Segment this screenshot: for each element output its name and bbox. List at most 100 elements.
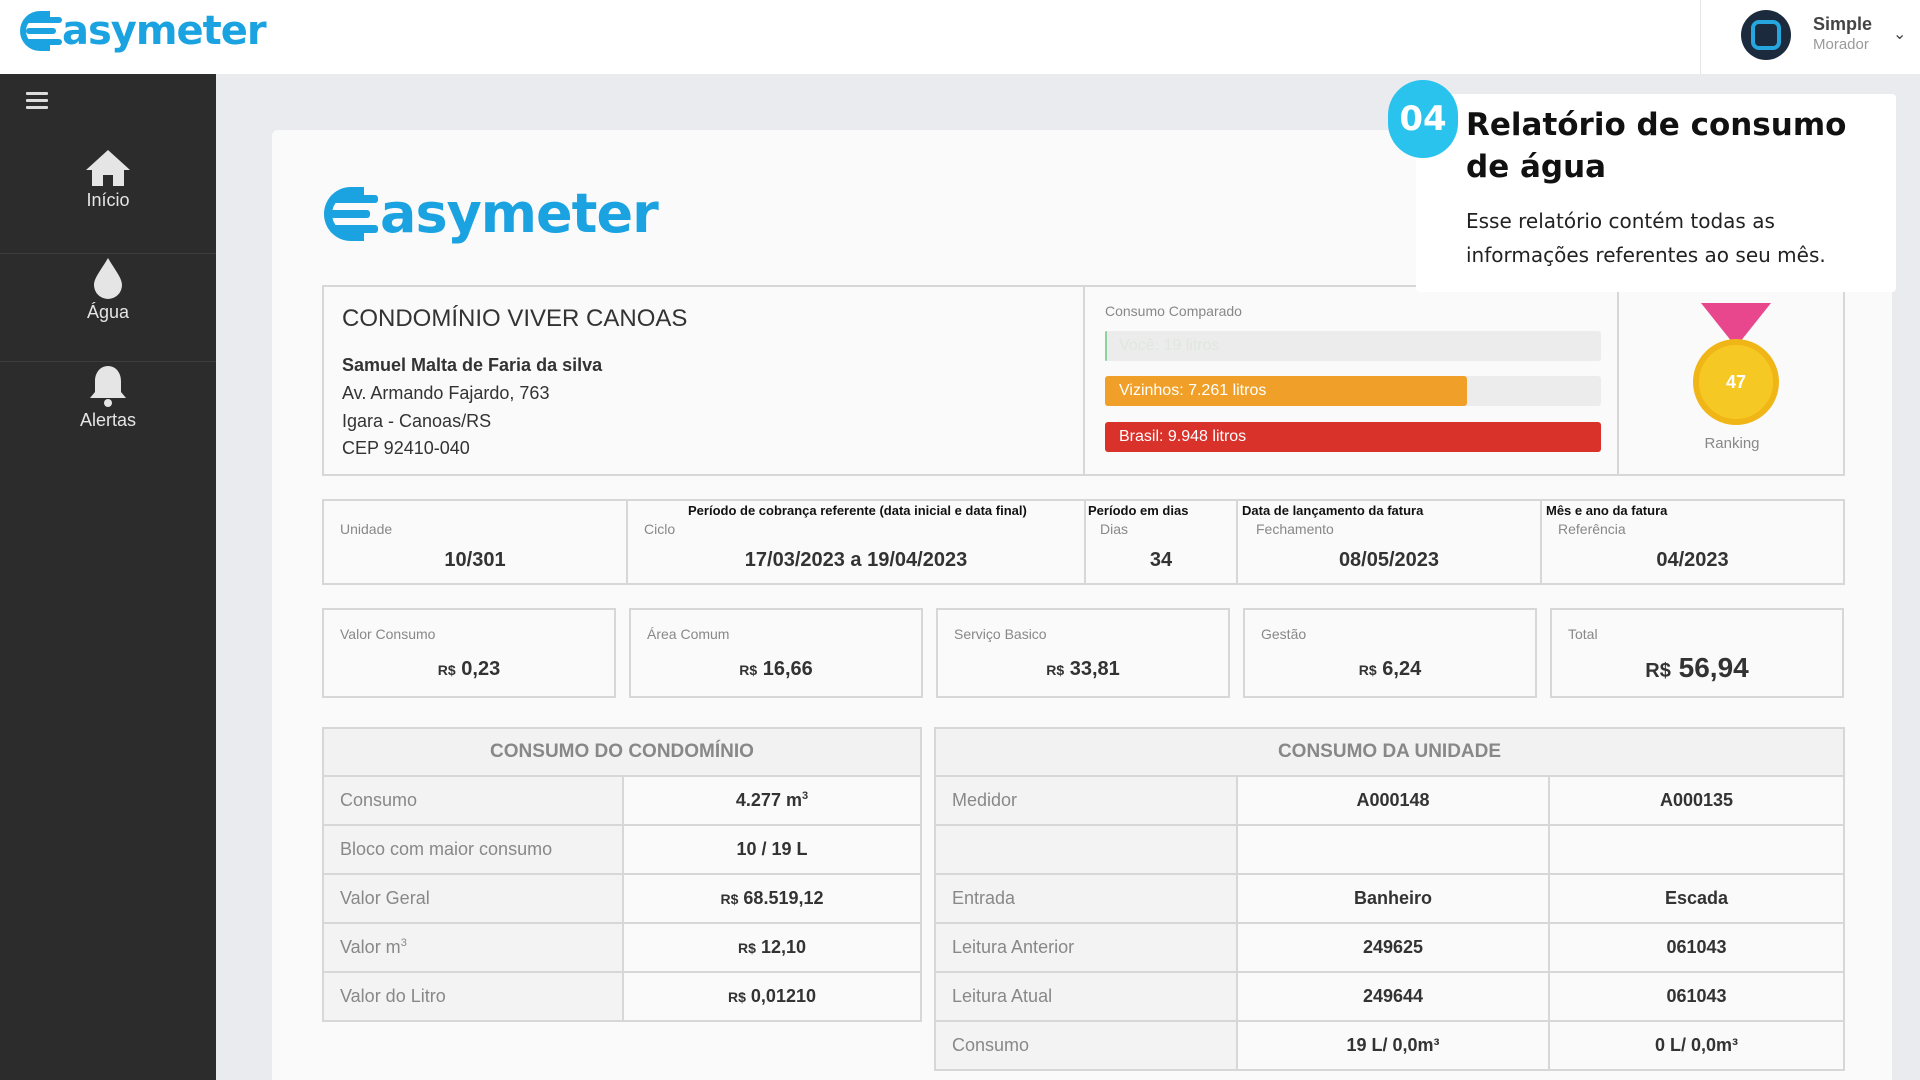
row-value: R$ 68.519,12 bbox=[622, 873, 922, 924]
user-name: Simple bbox=[1813, 14, 1873, 34]
cost-amount: 16,66 bbox=[762, 658, 813, 680]
row-key: Leitura Atual bbox=[934, 971, 1238, 1022]
row-key: Medidor bbox=[934, 775, 1238, 826]
table-row: Leitura Atual 249644 061043 bbox=[934, 971, 1845, 1022]
report-header: CONDOMÍNIO VIVER CANOAS Samuel Malta de … bbox=[322, 285, 1845, 476]
table-row: Valor m3 R$ 12,10 bbox=[322, 922, 922, 973]
row-value-a: Banheiro bbox=[1236, 873, 1550, 924]
currency-label: R$ bbox=[720, 891, 739, 907]
sidebar-item-inicio[interactable]: Início bbox=[0, 146, 216, 254]
row-key: Leitura Anterior bbox=[934, 922, 1238, 973]
period-label: Dias bbox=[1100, 521, 1129, 537]
row-value-b: A000135 bbox=[1548, 775, 1845, 826]
row-key: Entrada bbox=[934, 873, 1238, 924]
cost-label: Serviço Basico bbox=[954, 626, 1047, 642]
table-row: Medidor A000148 A000135 bbox=[934, 775, 1845, 826]
row-value-a: A000148 bbox=[1236, 775, 1550, 826]
row-value-b: Escada bbox=[1548, 873, 1845, 924]
table-row: Leitura Anterior 249625 061043 bbox=[934, 922, 1845, 973]
cost-amount: 33,81 bbox=[1069, 658, 1120, 680]
row-value-a: 249625 bbox=[1236, 922, 1550, 973]
comparison-bar-brasil: Brasil: 9.948 litros bbox=[1105, 422, 1601, 452]
period-value: 10/301 bbox=[444, 549, 506, 571]
sidebar: Início Água Alertas bbox=[0, 74, 216, 1080]
home-icon bbox=[86, 150, 130, 186]
logo-text: asymeter bbox=[380, 182, 659, 245]
row-value-b bbox=[1548, 824, 1845, 875]
resident-info: CONDOMÍNIO VIVER CANOAS Samuel Malta de … bbox=[324, 287, 1085, 474]
address-line: CEP 92410-040 bbox=[342, 438, 470, 458]
step-badge: 04 bbox=[1388, 80, 1458, 158]
row-value-text: 12,10 bbox=[760, 937, 806, 957]
period-value: 34 bbox=[1149, 549, 1173, 571]
address-line: Igara - Canoas/RS bbox=[342, 411, 492, 431]
row-key: Valor Geral bbox=[322, 873, 624, 924]
row-value-sup: 3 bbox=[801, 790, 809, 802]
report-logo: asymeter bbox=[324, 182, 659, 245]
ranking-panel: 47 Ranking bbox=[1621, 287, 1843, 474]
row-value: R$ 0,01210 bbox=[622, 971, 922, 1022]
top-bar: asymeter Simple Morador ⌄ bbox=[0, 0, 1920, 74]
cost-amount: 0,23 bbox=[461, 658, 501, 680]
row-value: 4.277 m3 bbox=[622, 775, 922, 826]
user-avatar[interactable] bbox=[1741, 10, 1791, 60]
comparison-bar-label: Você: 19 litros bbox=[1119, 337, 1220, 354]
table-title: CONSUMO DA UNIDADE bbox=[934, 727, 1845, 777]
period-cell-unidade: Unidade 10/301 bbox=[324, 501, 628, 583]
hamburger-icon[interactable] bbox=[26, 92, 48, 110]
row-value-b: 0 L/ 0,0m³ bbox=[1548, 1020, 1845, 1071]
period-label: Fechamento bbox=[1256, 521, 1334, 537]
row-value-a: 249644 bbox=[1236, 971, 1550, 1022]
cost-label: Área Comum bbox=[647, 626, 730, 642]
period-note: Data de lançamento da fatura bbox=[1242, 503, 1424, 518]
sidebar-item-agua[interactable]: Água bbox=[0, 254, 216, 362]
row-value-a: 19 L/ 0,0m³ bbox=[1236, 1020, 1550, 1071]
bell-icon bbox=[90, 366, 126, 407]
row-key: Consumo bbox=[322, 775, 624, 826]
tutorial-callout: Relatório de consumo de água Esse relató… bbox=[1416, 94, 1896, 292]
cost-valor-consumo: Valor Consumo R$ 0,23 bbox=[322, 608, 616, 698]
row-key-sup: 3 bbox=[400, 937, 407, 949]
address-line: Av. Armando Fajardo, 763 bbox=[342, 383, 550, 403]
row-key bbox=[934, 824, 1238, 875]
cost-amount: 6,24 bbox=[1382, 658, 1422, 680]
row-value: R$ 12,10 bbox=[622, 922, 922, 973]
row-value-text: 0,01210 bbox=[750, 986, 816, 1006]
ranking-label: Ranking bbox=[1704, 435, 1760, 452]
cost-servico-basico: Serviço Basico R$ 33,81 bbox=[936, 608, 1230, 698]
cost-gestao: Gestão R$ 6,24 bbox=[1243, 608, 1537, 698]
user-menu[interactable]: Simple Morador ⌄ bbox=[1700, 0, 1920, 74]
row-key-text: Valor m bbox=[340, 937, 401, 957]
comparison-bar-label: Vizinhos: 7.261 litros bbox=[1119, 382, 1267, 399]
period-note: Mês e ano da fatura bbox=[1546, 503, 1668, 518]
currency-label: R$ bbox=[1358, 662, 1377, 678]
currency-label: R$ bbox=[728, 989, 746, 1005]
cost-value: R$ 16,66 bbox=[631, 658, 921, 681]
period-value: 08/05/2023 bbox=[1338, 549, 1440, 571]
table-row: Valor Geral R$ 68.519,12 bbox=[322, 873, 922, 924]
user-role: Morador bbox=[1813, 36, 1869, 53]
row-key: Consumo bbox=[934, 1020, 1238, 1071]
period-cell-fechamento: Data de lançamento da fatura Fechamento … bbox=[1238, 501, 1542, 583]
row-value-b: 061043 bbox=[1548, 971, 1845, 1022]
period-value: 17/03/2023 a 19/04/2023 bbox=[744, 549, 968, 571]
sidebar-item-alertas[interactable]: Alertas bbox=[0, 362, 216, 470]
currency-label: R$ bbox=[738, 940, 756, 956]
comparison-bar-neighbors: Vizinhos: 7.261 litros bbox=[1105, 376, 1601, 406]
table-title: CONSUMO DO CONDOMÍNIO bbox=[322, 727, 922, 777]
table-row bbox=[934, 824, 1845, 875]
sidebar-item-label: Alertas bbox=[79, 410, 137, 430]
logo-text: asymeter bbox=[62, 8, 267, 54]
app-logo[interactable]: asymeter bbox=[20, 8, 267, 54]
cost-total: Total R$ 56,94 bbox=[1550, 608, 1844, 698]
medal-icon: 47 bbox=[1691, 303, 1781, 425]
condo-consumption-table: CONSUMO DO CONDOMÍNIO Consumo 4.277 m3 B… bbox=[322, 727, 922, 1022]
chevron-down-icon[interactable]: ⌄ bbox=[1893, 24, 1906, 44]
consumption-comparison: Consumo Comparado Você: 19 litros Vizinh… bbox=[1087, 287, 1619, 474]
period-value: 04/2023 bbox=[1656, 549, 1729, 571]
period-note: Período de cobrança referente (data inic… bbox=[688, 503, 1027, 518]
period-note: Período em dias bbox=[1088, 503, 1189, 518]
cost-label: Gestão bbox=[1261, 626, 1307, 642]
period-label: Unidade bbox=[340, 521, 393, 537]
cost-value: R$ 56,94 bbox=[1552, 652, 1842, 684]
